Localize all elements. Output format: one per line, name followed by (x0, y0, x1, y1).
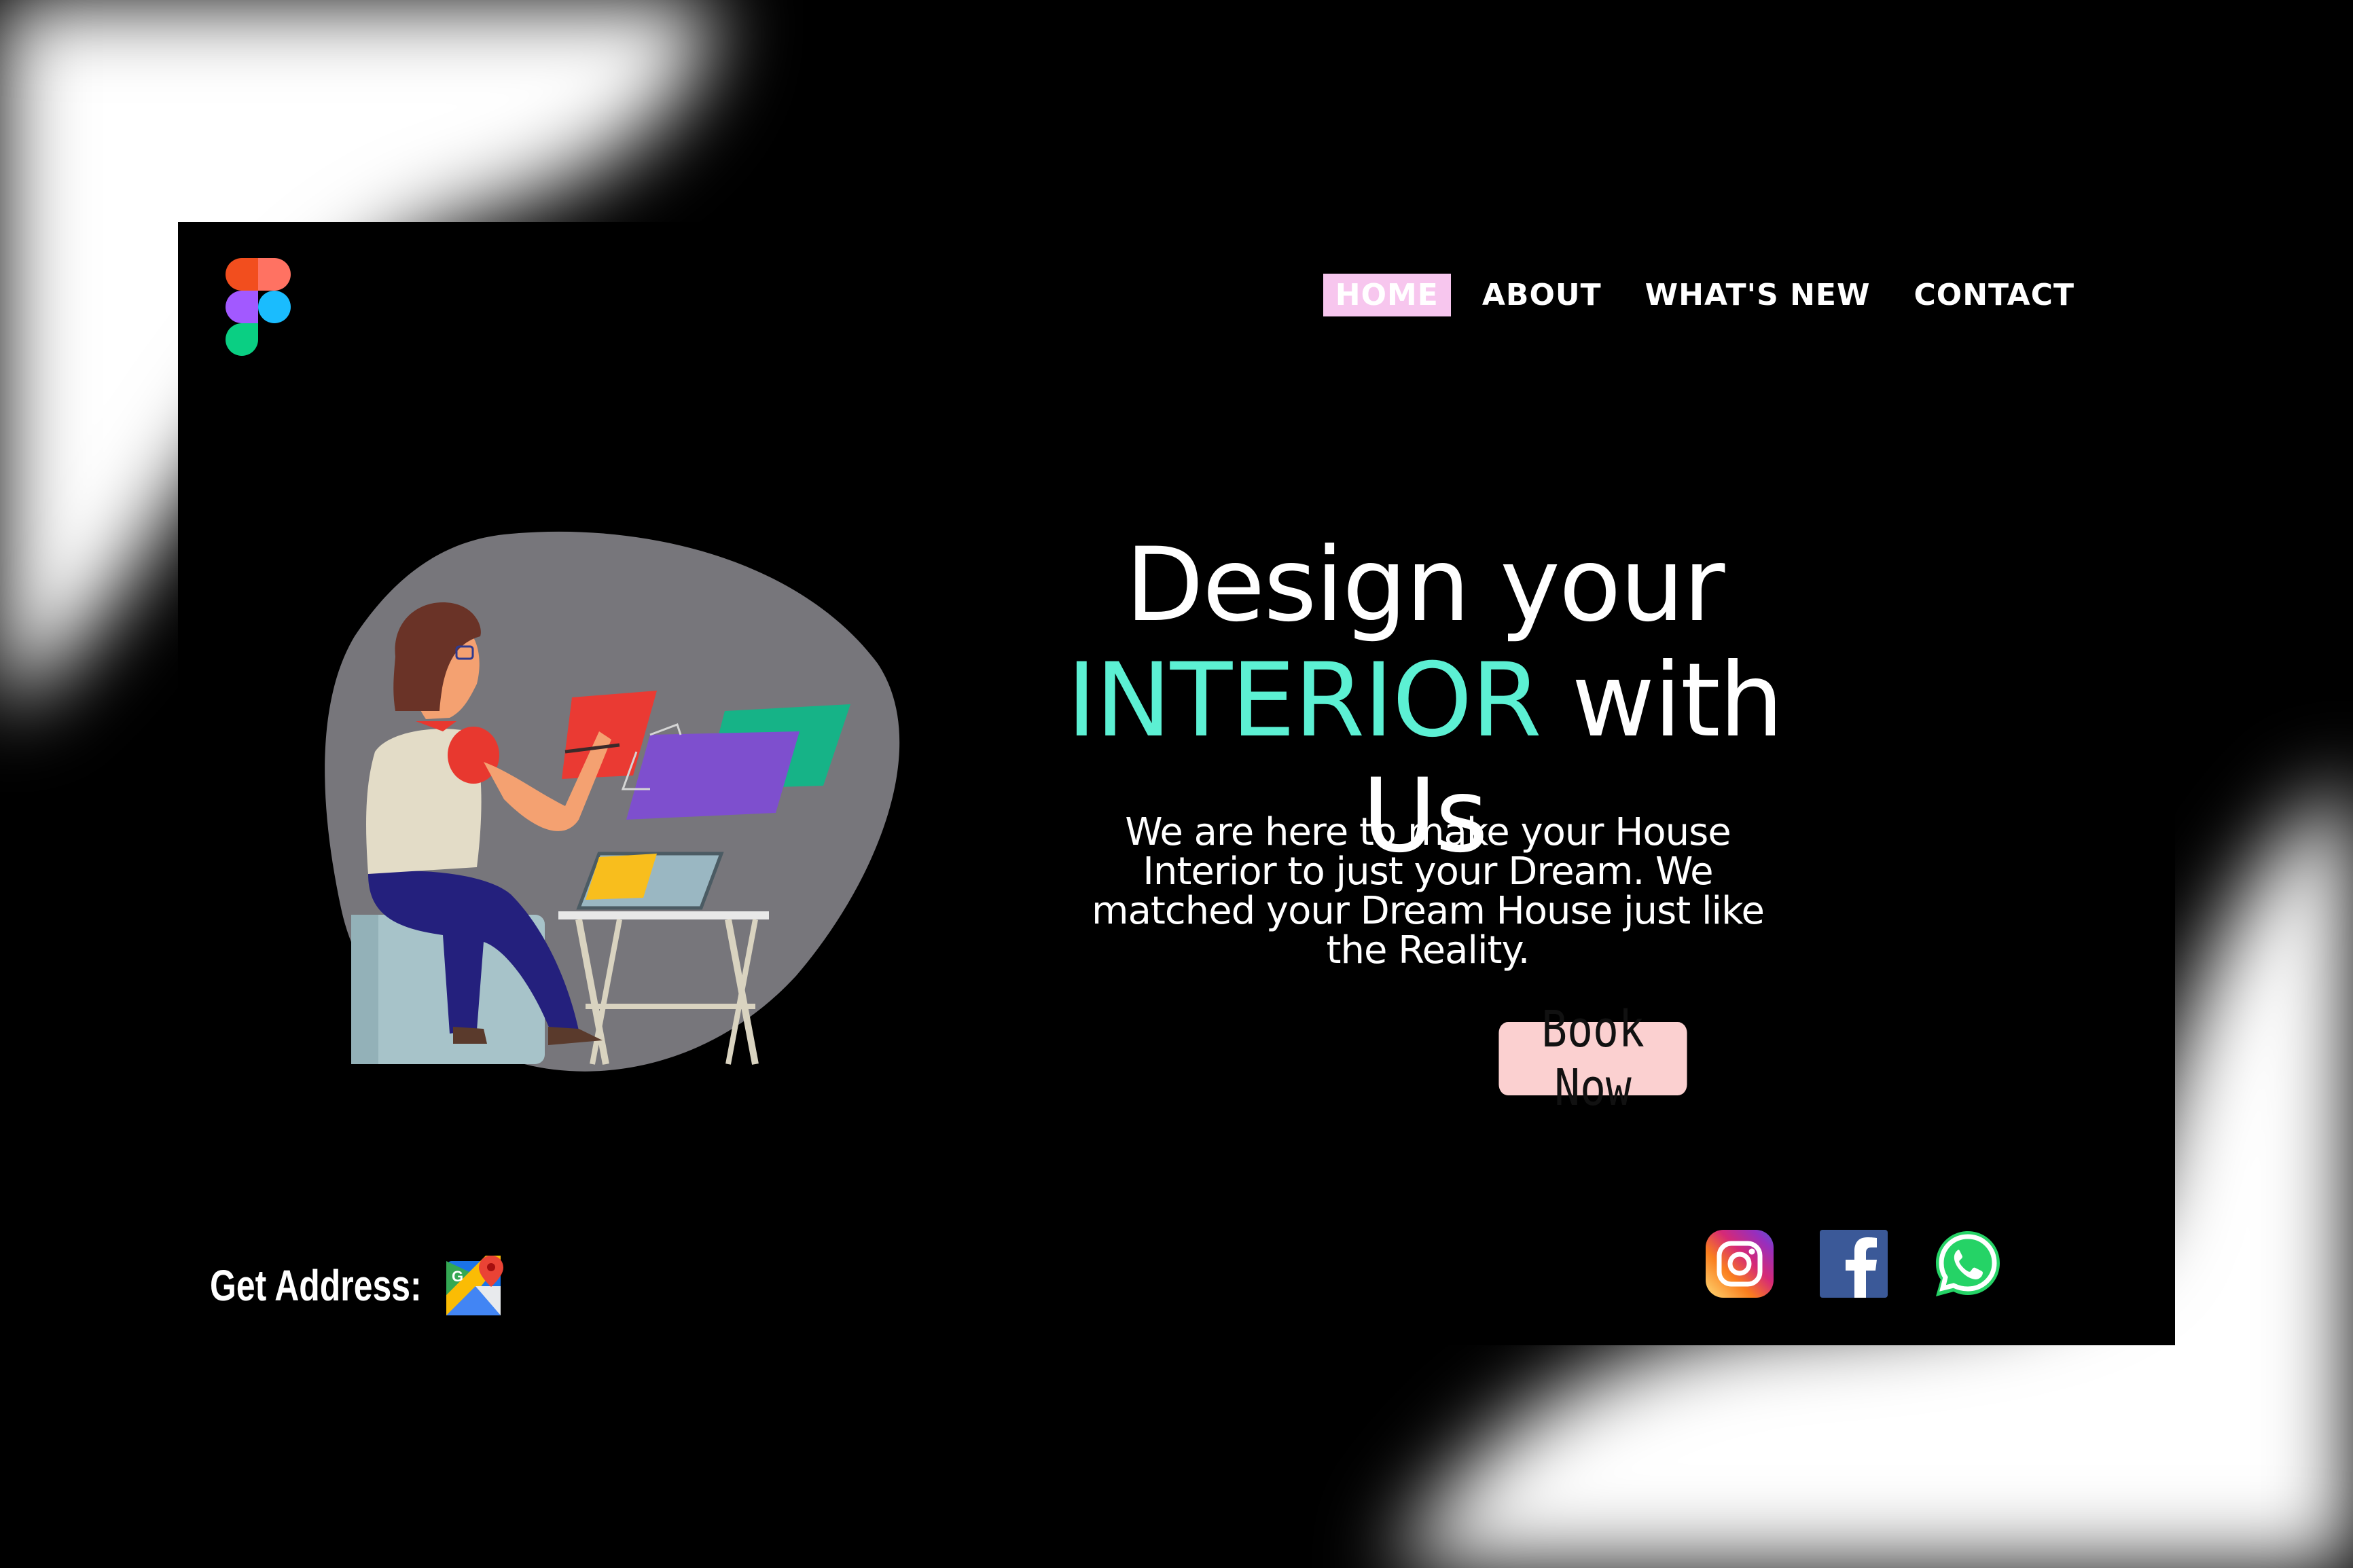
landing-card: HOME ABOUT WHAT'S NEW CONTACT Design you… (178, 222, 2175, 1345)
figma-logo-icon[interactable] (226, 258, 291, 356)
svg-text:G: G (452, 1268, 463, 1285)
nav-home[interactable]: HOME (1323, 274, 1451, 316)
nav-contact[interactable]: CONTACT (1902, 274, 2087, 316)
headline-line-1: Design your (1125, 526, 1725, 644)
nav-whats-new[interactable]: WHAT'S NEW (1633, 274, 1883, 316)
instagram-icon[interactable] (1703, 1227, 1776, 1300)
headline-accent-word: INTERIOR (1066, 642, 1542, 760)
page: HOME ABOUT WHAT'S NEW CONTACT Design you… (0, 0, 2353, 1568)
google-maps-icon[interactable]: G (445, 1254, 507, 1317)
whatsapp-icon[interactable] (1931, 1227, 2005, 1300)
facebook-icon[interactable] (1817, 1227, 1890, 1300)
designer-illustration (325, 531, 900, 1072)
address-label: Get Address: (210, 1261, 422, 1310)
social-links (1703, 1227, 2005, 1300)
main-nav: HOME ABOUT WHAT'S NEW CONTACT (1323, 274, 2087, 316)
address-section: Get Address: G (210, 1254, 507, 1317)
nav-about[interactable]: ABOUT (1470, 274, 1614, 316)
hero-description: We are here to make your House Interior … (1092, 810, 1765, 972)
book-now-button[interactable]: Book Now (1498, 1000, 1687, 1117)
